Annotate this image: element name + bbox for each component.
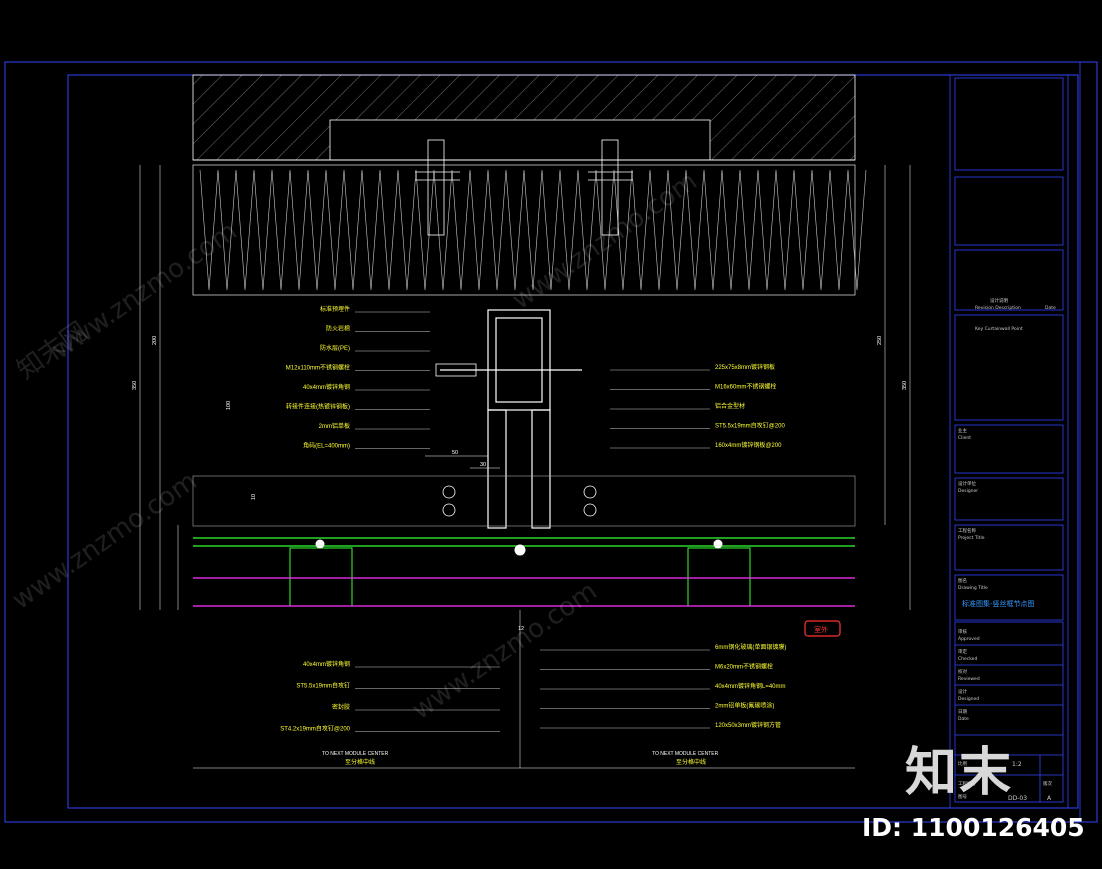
dim-v4: 10 bbox=[251, 494, 257, 500]
callout-label: 防火岩棉 bbox=[326, 325, 350, 333]
callout-label: 2mm铝单板(氟碳喷涂) bbox=[715, 702, 774, 710]
watermark-4: www.znzmo.com bbox=[407, 576, 603, 726]
tb-drawing-en: Drawing Title bbox=[958, 585, 988, 591]
spacer-right bbox=[687, 547, 751, 607]
dim-top-left: 50 bbox=[452, 450, 458, 456]
tb-rev-no: A bbox=[1047, 795, 1052, 802]
callout-label: 40x4mm镀锌角钢L=40mm bbox=[715, 682, 786, 690]
labels-bottom-left: 40x4mm镀锌角钢 ST5.5x19mm自攻钉密封胶 ST4.2x19mm自攻钉@… bbox=[280, 660, 350, 733]
dim-right2: 250 bbox=[877, 336, 883, 345]
dim-top-mid: 30 bbox=[480, 462, 486, 468]
callout-label: ST5.5x19mm自攻钉@200 bbox=[715, 422, 785, 430]
tb-rows: 审核Approved 审定Checked 校对Reviewed 设计Designed 日… bbox=[958, 628, 980, 722]
dimension-lines bbox=[139, 165, 911, 769]
fixing-bolts bbox=[442, 485, 597, 517]
module-left: TO NEXT MODULE CENTER bbox=[322, 751, 389, 757]
callout-label: M16x60mm不锈钢螺栓 bbox=[715, 383, 776, 391]
callout-label: 40x4mm镀锌角钢 bbox=[303, 660, 350, 668]
tb-row-label: 日期 bbox=[958, 709, 967, 715]
outer-frame bbox=[4, 61, 1098, 823]
brand-logo: 知末 bbox=[905, 743, 1014, 803]
watermark-3: www.znzmo.com bbox=[7, 466, 203, 616]
screws-row bbox=[315, 539, 723, 556]
tb-scale: 1:2 bbox=[1012, 761, 1022, 768]
module-right-cn: 至分格中线 bbox=[676, 758, 706, 766]
callout-label: 标准预埋件 bbox=[320, 305, 350, 313]
tb-project-en2: Project Title bbox=[958, 535, 985, 541]
dim-v3: 100 bbox=[226, 401, 232, 410]
tb-row-label: 审定 bbox=[958, 648, 967, 655]
labels-left: 标准预埋件防火岩棉防水层(PE) M12x110mm不锈钢螺栓 40x4mm镀锌角钢… bbox=[286, 305, 350, 450]
tb-rev-date: Date bbox=[1045, 305, 1056, 311]
tb-rev-label: 版次 bbox=[1043, 780, 1052, 787]
callout-label: 160x4mm镀锌钢板@200 bbox=[715, 441, 782, 449]
tb-row-label-en: Approved bbox=[958, 636, 980, 642]
dim-right1: 350 bbox=[902, 381, 908, 390]
callout-label: 角码(EL=400mm) bbox=[303, 442, 350, 450]
tb-row-label-en: Designed bbox=[958, 696, 979, 702]
image-id: ID: 1100126405 bbox=[862, 813, 1085, 842]
callout-label: 6mm钢化玻璃(单面银镀膜) bbox=[715, 643, 786, 651]
dim-v2: 200 bbox=[152, 336, 158, 345]
tb-rev-desc-en: Revision Description bbox=[975, 305, 1021, 311]
tb-project-en: Key Curtainwall Point bbox=[975, 326, 1023, 332]
tb-client: 业主 bbox=[958, 427, 967, 434]
embed-plate bbox=[329, 119, 711, 161]
tb-row-label-en: Date bbox=[958, 716, 969, 722]
module-left-cn: 至分格中线 bbox=[345, 758, 375, 766]
callout-label: 转接件连接(热镀锌钢板) bbox=[286, 403, 350, 411]
callout-label: 密封胶 bbox=[332, 703, 350, 711]
callout-label: ST4.2x19mm自攻钉@200 bbox=[280, 725, 350, 733]
insulation-layer bbox=[192, 164, 856, 296]
module-right: TO NEXT MODULE CENTER bbox=[652, 751, 719, 757]
tb-client-en: Client bbox=[958, 435, 971, 441]
transom-box bbox=[192, 475, 856, 527]
callout-label: 防水层(PE) bbox=[320, 344, 350, 352]
tb-row-label: 设计 bbox=[958, 688, 967, 695]
callout-label: ST5.5x19mm自攻钉 bbox=[296, 682, 350, 690]
labels-bottom-right: 6mm钢化玻璃(单面银镀膜) M6x20mm不锈钢螺栓 40x4mm镀锌角钢L=40… bbox=[715, 643, 786, 729]
tb-designer-en: Designer bbox=[958, 488, 978, 494]
labels-right: 225x75x8mm镀锌钢板 M16x60mm不锈钢螺栓铝合金型材 ST5.5x19… bbox=[715, 363, 785, 449]
tb-rev-desc: 设计说明 bbox=[990, 297, 1008, 304]
callout-label: 225x75x8mm镀锌钢板 bbox=[715, 363, 775, 371]
tb-row-label: 校对 bbox=[958, 668, 967, 675]
tb-drawing-title: 标准图集-竖丝框节点图 bbox=[962, 599, 1035, 608]
callout-label: 120x50x3mm镀锌钢方管 bbox=[715, 721, 781, 729]
tb-drawing: 图名 bbox=[958, 577, 967, 584]
callout-label: 40x4mm镀锌角钢 bbox=[303, 383, 350, 391]
callout-label: 2mm铝单板 bbox=[319, 422, 350, 430]
tb-project: 工程名称 bbox=[958, 527, 976, 534]
tb-designer: 设计单位 bbox=[958, 480, 976, 487]
callout-label: M12x110mm不锈钢螺栓 bbox=[286, 364, 350, 372]
callout-label: 铝合金型材 bbox=[715, 402, 745, 410]
steel-bracket bbox=[440, 309, 582, 529]
dim-v1: 350 bbox=[132, 381, 138, 390]
section-tag: 室外 bbox=[814, 625, 828, 634]
spacer-left bbox=[289, 547, 353, 607]
tb-row-label-en: Checked bbox=[958, 656, 977, 662]
inner-frame bbox=[67, 74, 1079, 809]
tb-row-label: 审核 bbox=[958, 628, 967, 635]
tb-row-label-en: Reviewed bbox=[958, 676, 980, 682]
callout-label: M6x20mm不锈钢螺栓 bbox=[715, 663, 773, 671]
